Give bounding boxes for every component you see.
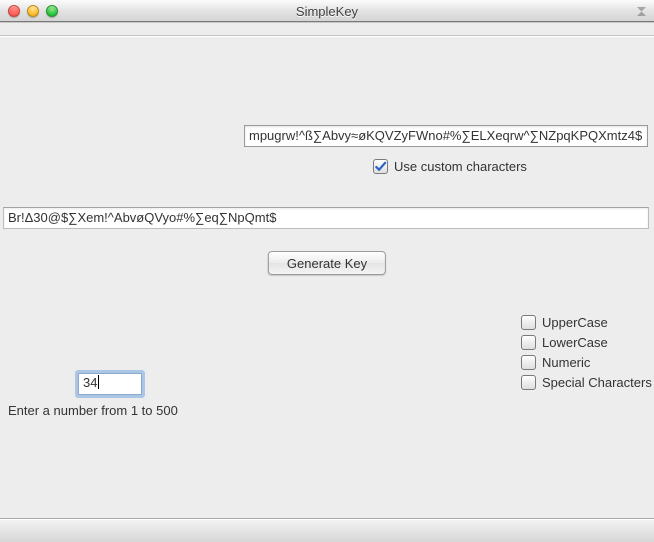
uppercase-label: UpperCase xyxy=(542,315,608,330)
titlebar: SimpleKey xyxy=(0,0,654,22)
zoom-icon[interactable] xyxy=(46,5,58,17)
status-bar xyxy=(0,518,654,542)
special-checkbox[interactable] xyxy=(521,375,536,390)
option-lowercase[interactable]: LowerCase xyxy=(521,335,652,350)
generate-key-button[interactable]: Generate Key xyxy=(268,251,386,275)
length-hint: Enter a number from 1 to 500 xyxy=(8,403,178,418)
traffic-lights xyxy=(0,5,58,17)
length-value: 34 xyxy=(83,375,97,390)
use-custom-checkbox[interactable] xyxy=(373,159,388,174)
content-area: mpugrw!^ß∑Abvy≈øKQVZyFWno#%∑ELXeqrw^∑NZp… xyxy=(0,22,654,514)
uppercase-checkbox[interactable] xyxy=(521,315,536,330)
minimize-icon[interactable] xyxy=(27,5,39,17)
divider xyxy=(0,35,654,36)
lowercase-label: LowerCase xyxy=(542,335,608,350)
generated-key-output[interactable]: Br!Δ30@$∑Xem!^AbvøQVyo#%∑eq∑NpQmt$ xyxy=(3,207,649,229)
custom-characters-input[interactable]: mpugrw!^ß∑Abvy≈øKQVZyFWno#%∑ELXeqrw^∑NZp… xyxy=(244,125,648,147)
generated-key-value: Br!Δ30@$∑Xem!^AbvøQVyo#%∑eq∑NpQmt$ xyxy=(8,210,276,225)
option-numeric[interactable]: Numeric xyxy=(521,355,652,370)
character-options: UpperCase LowerCase Numeric Special Char… xyxy=(521,315,652,390)
lowercase-checkbox[interactable] xyxy=(521,335,536,350)
numeric-checkbox[interactable] xyxy=(521,355,536,370)
use-custom-label: Use custom characters xyxy=(394,159,527,174)
option-uppercase[interactable]: UpperCase xyxy=(521,315,652,330)
special-label: Special Characters xyxy=(542,375,652,390)
option-special[interactable]: Special Characters xyxy=(521,375,652,390)
numeric-label: Numeric xyxy=(542,355,590,370)
length-input[interactable]: 34 xyxy=(78,373,142,395)
custom-characters-value: mpugrw!^ß∑Abvy≈øKQVZyFWno#%∑ELXeqrw^∑NZp… xyxy=(249,128,642,143)
use-custom-checkbox-row[interactable]: Use custom characters xyxy=(373,159,527,174)
maximize-icon[interactable] xyxy=(635,5,648,18)
window-title: SimpleKey xyxy=(0,4,654,19)
text-caret xyxy=(98,375,99,389)
close-icon[interactable] xyxy=(8,5,20,17)
